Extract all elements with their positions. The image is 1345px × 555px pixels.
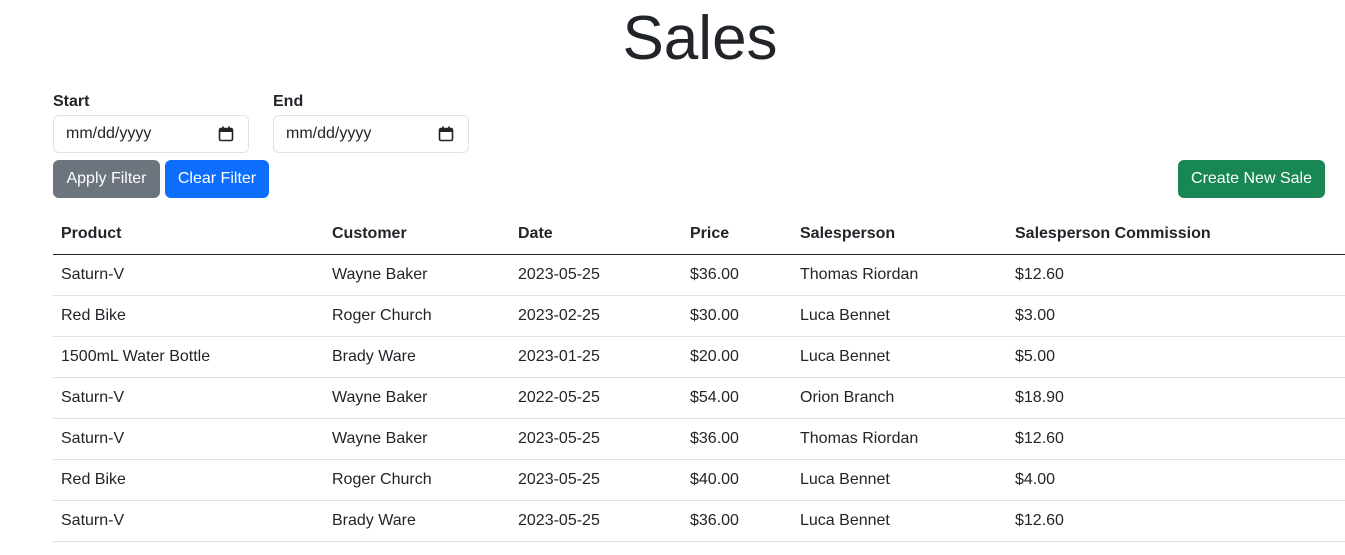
commission-cell: $12.60 xyxy=(1007,254,1345,296)
customer-cell: Brady Ware xyxy=(324,336,510,378)
commission-cell: $5.00 xyxy=(1007,336,1345,378)
customer-cell: Roger Church xyxy=(324,295,510,337)
salesperson-cell: Orion Branch xyxy=(792,377,1007,419)
end-date-field: End mm/dd/yyyy xyxy=(273,92,469,153)
date-cell: 2023-05-25 xyxy=(510,418,682,460)
customer-cell: Wayne Baker xyxy=(324,254,510,296)
start-date-input[interactable]: mm/dd/yyyy xyxy=(53,115,249,153)
customer-cell: Wayne Baker xyxy=(324,377,510,419)
end-date-placeholder: mm/dd/yyyy xyxy=(286,125,372,142)
page-title: Sales xyxy=(622,4,778,73)
customer-cell: Brady Ware xyxy=(324,500,510,542)
commission-cell: $12.60 xyxy=(1007,418,1345,460)
price-cell: $54.00 xyxy=(682,377,792,419)
commission-cell: $4.00 xyxy=(1007,459,1345,501)
table-row: Saturn-V Wayne Baker 2023-05-25 $36.00 T… xyxy=(53,418,1345,460)
start-date-label: Start xyxy=(53,93,90,110)
date-cell: 2023-02-25 xyxy=(510,295,682,337)
date-cell: 2023-05-25 xyxy=(510,459,682,501)
calendar-icon[interactable] xyxy=(218,126,234,142)
column-header-customer: Customer xyxy=(324,214,510,255)
salesperson-cell: Thomas Riordan xyxy=(792,254,1007,296)
product-cell: Saturn-V xyxy=(53,377,324,419)
column-header-product: Product xyxy=(53,214,324,255)
date-cell: 2023-05-25 xyxy=(510,500,682,542)
end-date-label: End xyxy=(273,93,304,110)
price-cell: $40.00 xyxy=(682,459,792,501)
price-cell: $30.00 xyxy=(682,295,792,337)
salesperson-cell: Luca Bennet xyxy=(792,295,1007,337)
product-cell: 1500mL Water Bottle xyxy=(53,336,324,378)
price-cell: $36.00 xyxy=(682,254,792,296)
product-cell: Red Bike xyxy=(53,295,324,337)
customer-cell: Roger Church xyxy=(324,459,510,501)
start-date-field: Start mm/dd/yyyy xyxy=(53,92,249,153)
product-cell: Saturn-V xyxy=(53,418,324,460)
commission-cell: $18.90 xyxy=(1007,377,1345,419)
table-row: Saturn-V Wayne Baker 2023-05-25 $36.00 T… xyxy=(53,254,1345,296)
sales-table: Product Customer Date Price Salesperson … xyxy=(53,214,1345,542)
product-cell: Saturn-V xyxy=(53,500,324,542)
commission-cell: $12.60 xyxy=(1007,500,1345,542)
clear-filter-button[interactable]: Clear Filter xyxy=(165,160,269,198)
date-cell: 2022-05-25 xyxy=(510,377,682,419)
product-cell: Saturn-V xyxy=(53,254,324,296)
column-header-salesperson: Salesperson xyxy=(792,214,1007,255)
table-row: Saturn-V Brady Ware 2023-05-25 $36.00 Lu… xyxy=(53,500,1345,542)
salesperson-cell: Luca Bennet xyxy=(792,336,1007,378)
column-header-date: Date xyxy=(510,214,682,255)
start-date-placeholder: mm/dd/yyyy xyxy=(66,125,152,142)
create-new-sale-button[interactable]: Create New Sale xyxy=(1178,160,1325,198)
column-header-commission: Salesperson Commission xyxy=(1007,214,1345,255)
table-row: Red Bike Roger Church 2023-02-25 $30.00 … xyxy=(53,295,1345,337)
salesperson-cell: Thomas Riordan xyxy=(792,418,1007,460)
salesperson-cell: Luca Bennet xyxy=(792,500,1007,542)
calendar-icon[interactable] xyxy=(438,126,454,142)
table-row: Saturn-V Wayne Baker 2022-05-25 $54.00 O… xyxy=(53,377,1345,419)
apply-filter-button[interactable]: Apply Filter xyxy=(53,160,160,198)
commission-cell: $3.00 xyxy=(1007,295,1345,337)
sales-page: Sales Start mm/dd/yyyy End mm/dd/yyyy Ap… xyxy=(0,0,1345,555)
table-row: 1500mL Water Bottle Brady Ware 2023-01-2… xyxy=(53,336,1345,378)
salesperson-cell: Luca Bennet xyxy=(792,459,1007,501)
product-cell: Red Bike xyxy=(53,459,324,501)
end-date-input[interactable]: mm/dd/yyyy xyxy=(273,115,469,153)
price-cell: $20.00 xyxy=(682,336,792,378)
table-row: Red Bike Roger Church 2023-05-25 $40.00 … xyxy=(53,459,1345,501)
price-cell: $36.00 xyxy=(682,500,792,542)
table-header-row: Product Customer Date Price Salesperson … xyxy=(53,214,1345,255)
date-cell: 2023-05-25 xyxy=(510,254,682,296)
price-cell: $36.00 xyxy=(682,418,792,460)
column-header-price: Price xyxy=(682,214,792,255)
customer-cell: Wayne Baker xyxy=(324,418,510,460)
date-cell: 2023-01-25 xyxy=(510,336,682,378)
